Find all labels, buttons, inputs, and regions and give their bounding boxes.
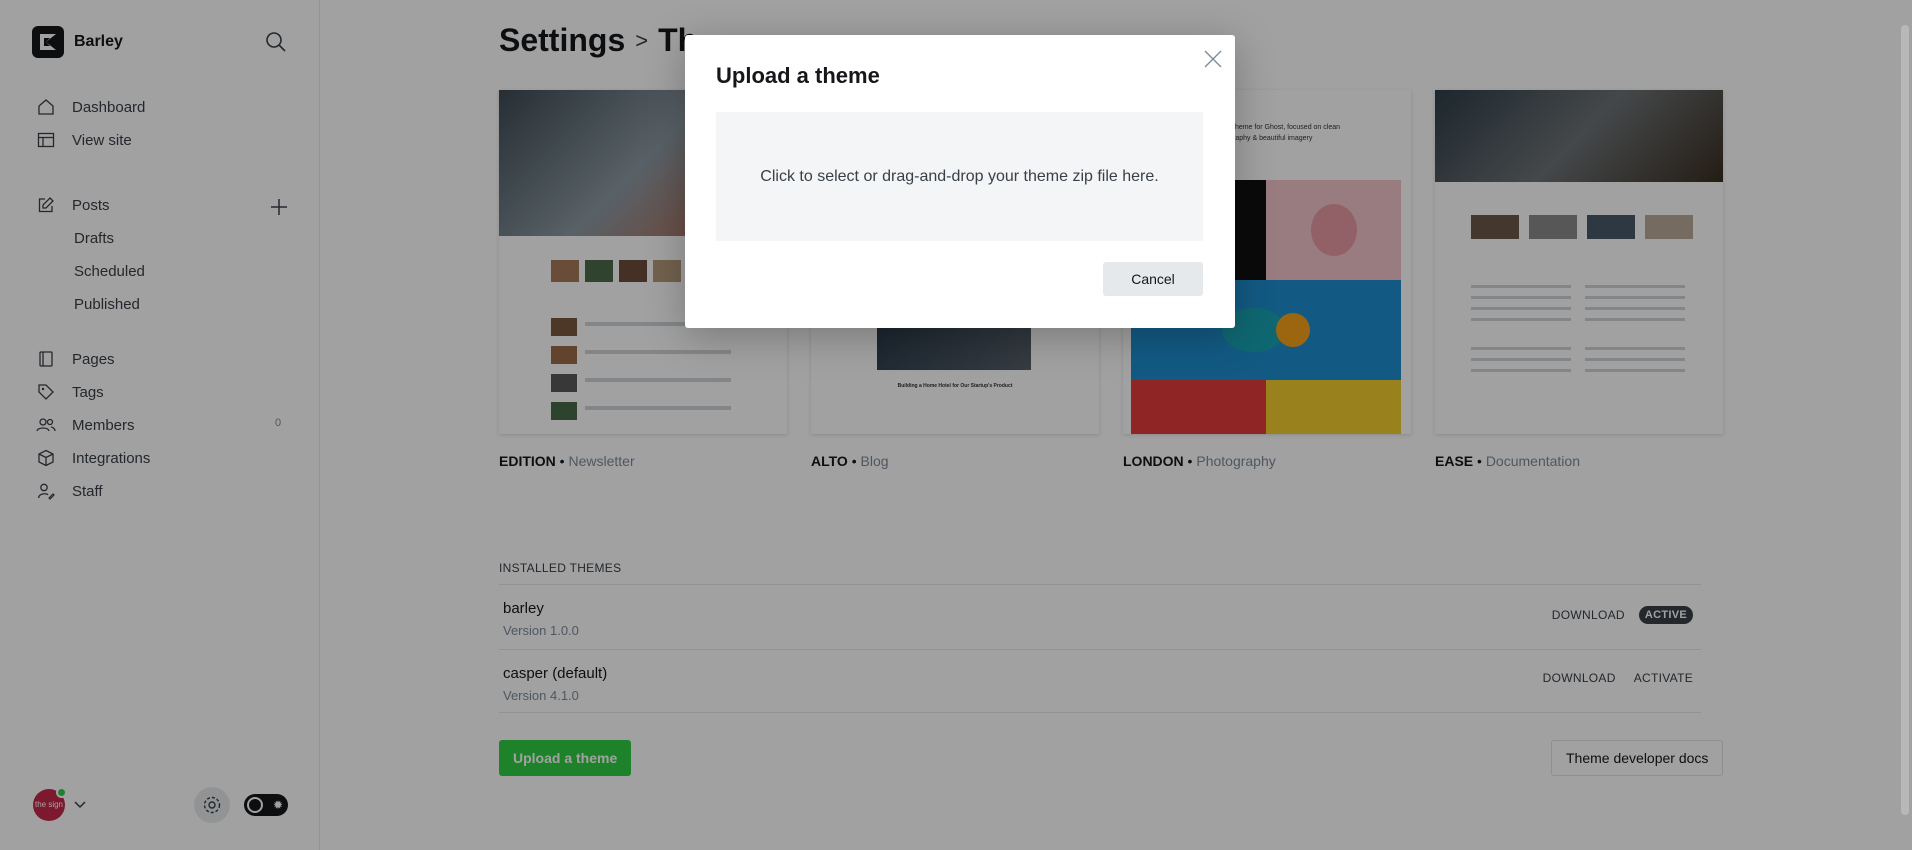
modal-title: Upload a theme [716,63,880,88]
cancel-button[interactable]: Cancel [1103,262,1203,296]
close-icon[interactable] [1203,49,1223,69]
upload-theme-modal: Upload a theme Click to select or drag-a… [685,35,1235,328]
dropzone-text: Click to select or drag-and-drop your th… [760,167,1159,185]
file-dropzone[interactable]: Click to select or drag-and-drop your th… [716,112,1203,241]
scrollbar[interactable] [1901,25,1909,815]
